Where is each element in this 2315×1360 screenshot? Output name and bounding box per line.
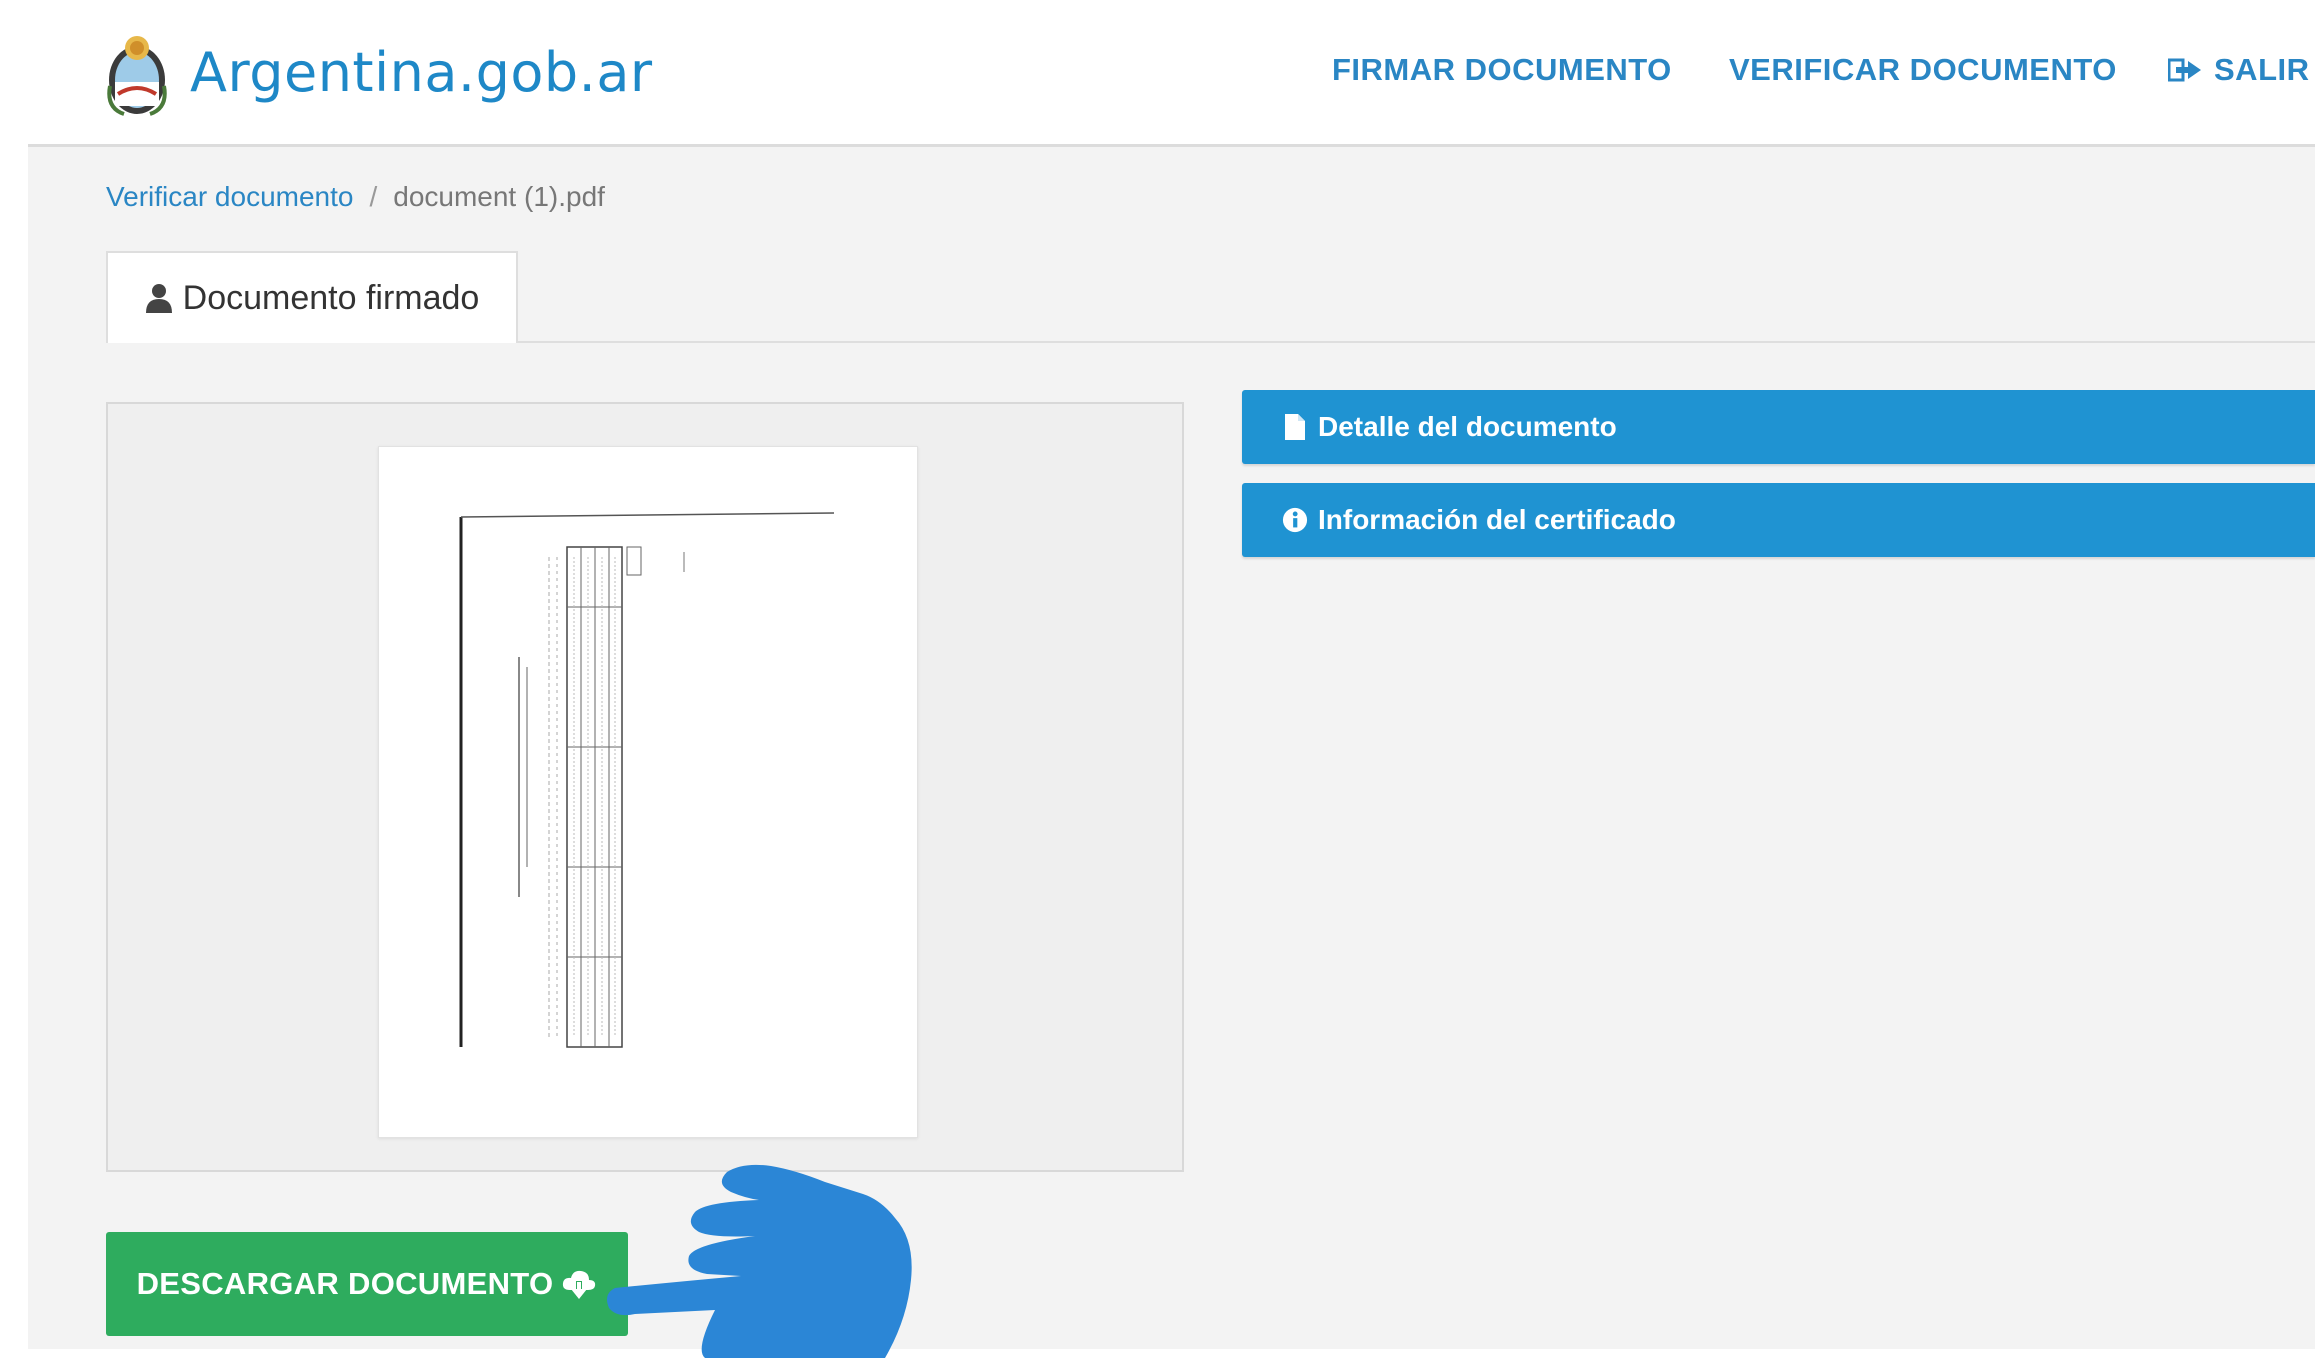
accordion-informacion-certificado[interactable]: Información del certificado bbox=[1242, 483, 2315, 557]
download-document-button[interactable]: DESCARGAR DOCUMENTO bbox=[106, 1232, 628, 1336]
download-button-label: DESCARGAR DOCUMENTO bbox=[136, 1266, 554, 1301]
tab-documento-firmado[interactable]: Documento firmado bbox=[106, 251, 518, 343]
main-content: Verificar documento / document (1).pdf Doc… bbox=[28, 147, 2315, 1349]
breadcrumb: Verificar documento / document (1).pdf bbox=[106, 181, 605, 213]
accordion-detalle-documento[interactable]: Detalle del documento bbox=[1242, 390, 2315, 464]
coat-of-arms-icon bbox=[107, 36, 167, 116]
breadcrumb-separator: / bbox=[369, 181, 378, 212]
sign-out-icon bbox=[2168, 58, 2201, 82]
nav-verificar-documento[interactable]: VERIFICAR DOCUMENTO bbox=[1729, 52, 2117, 88]
nav-salir[interactable]: SALIR bbox=[2168, 52, 2310, 88]
document-page-content bbox=[459, 512, 835, 1048]
breadcrumb-verificar-link[interactable]: Verificar documento bbox=[106, 181, 353, 212]
file-icon bbox=[1285, 414, 1305, 440]
pointing-hand-icon bbox=[607, 1164, 912, 1358]
site-logo[interactable]: Argentina.gob.ar bbox=[104, 22, 653, 122]
cloud-download-icon bbox=[563, 1270, 596, 1299]
tab-label: Documento firmado bbox=[182, 278, 480, 317]
document-page-thumbnail[interactable] bbox=[378, 446, 918, 1138]
site-header: Argentina.gob.ar FIRMAR DOCUMENTO VERIFI… bbox=[28, 0, 2315, 147]
nav-firmar-documento[interactable]: FIRMAR DOCUMENTO bbox=[1332, 52, 1672, 88]
accordion-detalle-label: Detalle del documento bbox=[1318, 411, 1617, 442]
site-title: Argentina.gob.ar bbox=[190, 40, 653, 104]
accordion-informacion-label: Información del certificado bbox=[1318, 504, 1676, 535]
user-icon bbox=[145, 284, 172, 313]
nav-salir-label: SALIR bbox=[2214, 52, 2310, 87]
info-icon bbox=[1282, 507, 1308, 533]
document-preview-panel bbox=[106, 402, 1184, 1172]
breadcrumb-current: document (1).pdf bbox=[393, 181, 605, 212]
